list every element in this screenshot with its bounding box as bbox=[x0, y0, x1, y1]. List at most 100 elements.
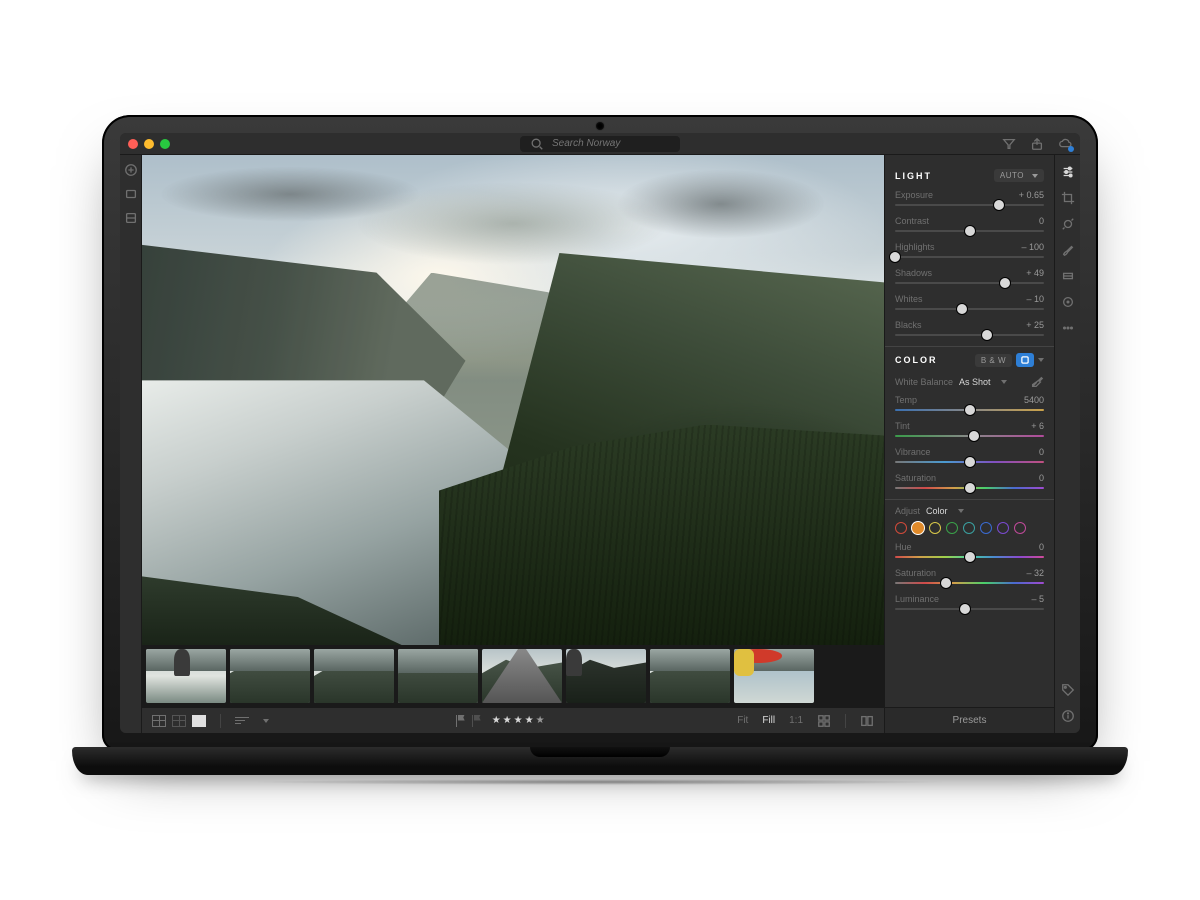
zoom-fit[interactable]: Fit bbox=[733, 715, 752, 726]
eyedropper-icon[interactable] bbox=[1030, 375, 1044, 389]
right-tool-rail bbox=[1054, 155, 1080, 733]
left-rail bbox=[120, 155, 142, 733]
brush-icon[interactable] bbox=[1061, 243, 1075, 257]
linear-gradient-icon[interactable] bbox=[1061, 269, 1075, 283]
swatch-7[interactable] bbox=[1014, 522, 1026, 534]
zoom-fill[interactable]: Fill bbox=[758, 715, 779, 726]
flag-reject-icon[interactable] bbox=[472, 715, 482, 727]
swatch-5[interactable] bbox=[980, 522, 992, 534]
filmstrip[interactable] bbox=[142, 645, 884, 707]
webcam bbox=[596, 122, 604, 130]
single-view-icon[interactable] bbox=[192, 715, 206, 727]
slider-shadows[interactable]: Shadows+ 49 bbox=[895, 268, 1044, 286]
color-swatches[interactable] bbox=[895, 522, 1044, 534]
flag-pick-icon[interactable] bbox=[456, 715, 466, 727]
slider-highlights[interactable]: Highlights– 100 bbox=[895, 242, 1044, 260]
light-section-header[interactable]: LIGHT AUTO bbox=[895, 169, 1044, 182]
my-photos-icon[interactable] bbox=[124, 187, 138, 201]
star-4[interactable]: ★ bbox=[525, 715, 536, 726]
cloud-sync-icon[interactable] bbox=[1058, 137, 1072, 151]
color-title: COLOR bbox=[895, 355, 938, 365]
image-canvas[interactable] bbox=[142, 155, 884, 645]
thumbnail-3[interactable] bbox=[398, 649, 478, 703]
tag-icon[interactable] bbox=[1061, 683, 1075, 697]
thumbnail-0[interactable] bbox=[146, 649, 226, 703]
color-section-header[interactable]: COLOR B & W bbox=[895, 353, 1044, 367]
filter-icon[interactable] bbox=[1002, 137, 1016, 151]
grid-view-small-icon[interactable] bbox=[172, 715, 186, 727]
slider-vibrance[interactable]: Vibrance0 bbox=[895, 447, 1044, 465]
adjust-value[interactable]: Color bbox=[926, 506, 948, 516]
minimize-window[interactable] bbox=[144, 139, 154, 149]
star-2[interactable]: ★ bbox=[503, 715, 514, 726]
swatch-2[interactable] bbox=[929, 522, 941, 534]
light-title: LIGHT bbox=[895, 171, 932, 181]
wb-label: White Balance bbox=[895, 377, 953, 387]
add-photos-icon[interactable] bbox=[124, 163, 138, 177]
close-window[interactable] bbox=[128, 139, 138, 149]
wb-caret[interactable] bbox=[1001, 380, 1007, 384]
sort-icon[interactable] bbox=[235, 717, 249, 724]
zoom-grid-icon[interactable] bbox=[817, 714, 831, 728]
swatch-1[interactable] bbox=[912, 522, 924, 534]
bottom-toolbar: ★★★★★ FitFill1:1 bbox=[142, 707, 884, 733]
swatch-0[interactable] bbox=[895, 522, 907, 534]
adjust-row[interactable]: Adjust Color bbox=[895, 506, 1044, 516]
laptop-deck bbox=[72, 747, 1128, 775]
presets-button[interactable]: Presets bbox=[885, 707, 1054, 733]
swatch-3[interactable] bbox=[946, 522, 958, 534]
grid-view-icon[interactable] bbox=[152, 715, 166, 727]
view-switcher[interactable] bbox=[152, 715, 206, 727]
thumbnail-7[interactable] bbox=[734, 649, 814, 703]
slider-exposure[interactable]: Exposure+ 0.65 bbox=[895, 190, 1044, 208]
maximize-window[interactable] bbox=[160, 139, 170, 149]
rating-stars[interactable]: ★★★★★ bbox=[492, 715, 547, 726]
swatch-6[interactable] bbox=[997, 522, 1009, 534]
compare-icon[interactable] bbox=[860, 714, 874, 728]
slider-saturation[interactable]: Saturation0 bbox=[895, 473, 1044, 491]
slider-saturation[interactable]: Saturation– 32 bbox=[895, 568, 1044, 586]
adjust-caret[interactable] bbox=[958, 509, 964, 513]
star-1[interactable]: ★ bbox=[492, 715, 503, 726]
slider-luminance[interactable]: Luminance– 5 bbox=[895, 594, 1044, 612]
swatch-4[interactable] bbox=[963, 522, 975, 534]
thumbnail-5[interactable] bbox=[566, 649, 646, 703]
app-screen: ★★★★★ FitFill1:1 bbox=[120, 133, 1080, 733]
star-5[interactable]: ★ bbox=[536, 715, 547, 726]
radial-gradient-icon[interactable] bbox=[1061, 295, 1075, 309]
laptop-mockup: ★★★★★ FitFill1:1 bbox=[102, 115, 1098, 785]
color-section-caret[interactable] bbox=[1038, 358, 1044, 362]
edit-sliders-icon[interactable] bbox=[1061, 165, 1075, 179]
bw-toggle[interactable]: B & W bbox=[975, 354, 1012, 367]
healing-brush-icon[interactable] bbox=[1061, 217, 1075, 231]
search-icon bbox=[530, 137, 544, 151]
zoom-11[interactable]: 1:1 bbox=[785, 715, 807, 726]
slider-blacks[interactable]: Blacks+ 25 bbox=[895, 320, 1044, 338]
white-balance-row[interactable]: White Balance As Shot bbox=[895, 375, 1044, 389]
share-icon[interactable] bbox=[1030, 137, 1044, 151]
thumbnail-2[interactable] bbox=[314, 649, 394, 703]
info-icon[interactable] bbox=[1061, 709, 1075, 723]
slider-whites[interactable]: Whites– 10 bbox=[895, 294, 1044, 312]
star-3[interactable]: ★ bbox=[514, 715, 525, 726]
edit-panel: LIGHT AUTO Exposure+ 0.65 Contrast0 Highli… bbox=[884, 155, 1054, 733]
slider-hue[interactable]: Hue0 bbox=[895, 542, 1044, 560]
more-icon[interactable] bbox=[1061, 321, 1075, 335]
thumbnail-6[interactable] bbox=[650, 649, 730, 703]
slider-temp[interactable]: Temp5400 bbox=[895, 395, 1044, 413]
thumbnail-1[interactable] bbox=[230, 649, 310, 703]
center-column: ★★★★★ FitFill1:1 bbox=[142, 155, 884, 733]
auto-button[interactable]: AUTO bbox=[994, 169, 1044, 182]
minimize-panel-icon[interactable] bbox=[124, 211, 138, 225]
search-input[interactable] bbox=[550, 137, 670, 150]
search-field[interactable] bbox=[520, 136, 680, 152]
thumbnail-4[interactable] bbox=[482, 649, 562, 703]
slider-tint[interactable]: Tint+ 6 bbox=[895, 421, 1044, 439]
wb-value[interactable]: As Shot bbox=[959, 377, 991, 387]
sort-menu-caret[interactable] bbox=[263, 719, 269, 723]
slider-contrast[interactable]: Contrast0 bbox=[895, 216, 1044, 234]
crop-icon[interactable] bbox=[1061, 191, 1075, 205]
window-controls bbox=[128, 139, 170, 149]
color-profile-button[interactable] bbox=[1016, 353, 1034, 367]
zoom-options[interactable]: Fit Fill 1:1 bbox=[733, 715, 807, 726]
